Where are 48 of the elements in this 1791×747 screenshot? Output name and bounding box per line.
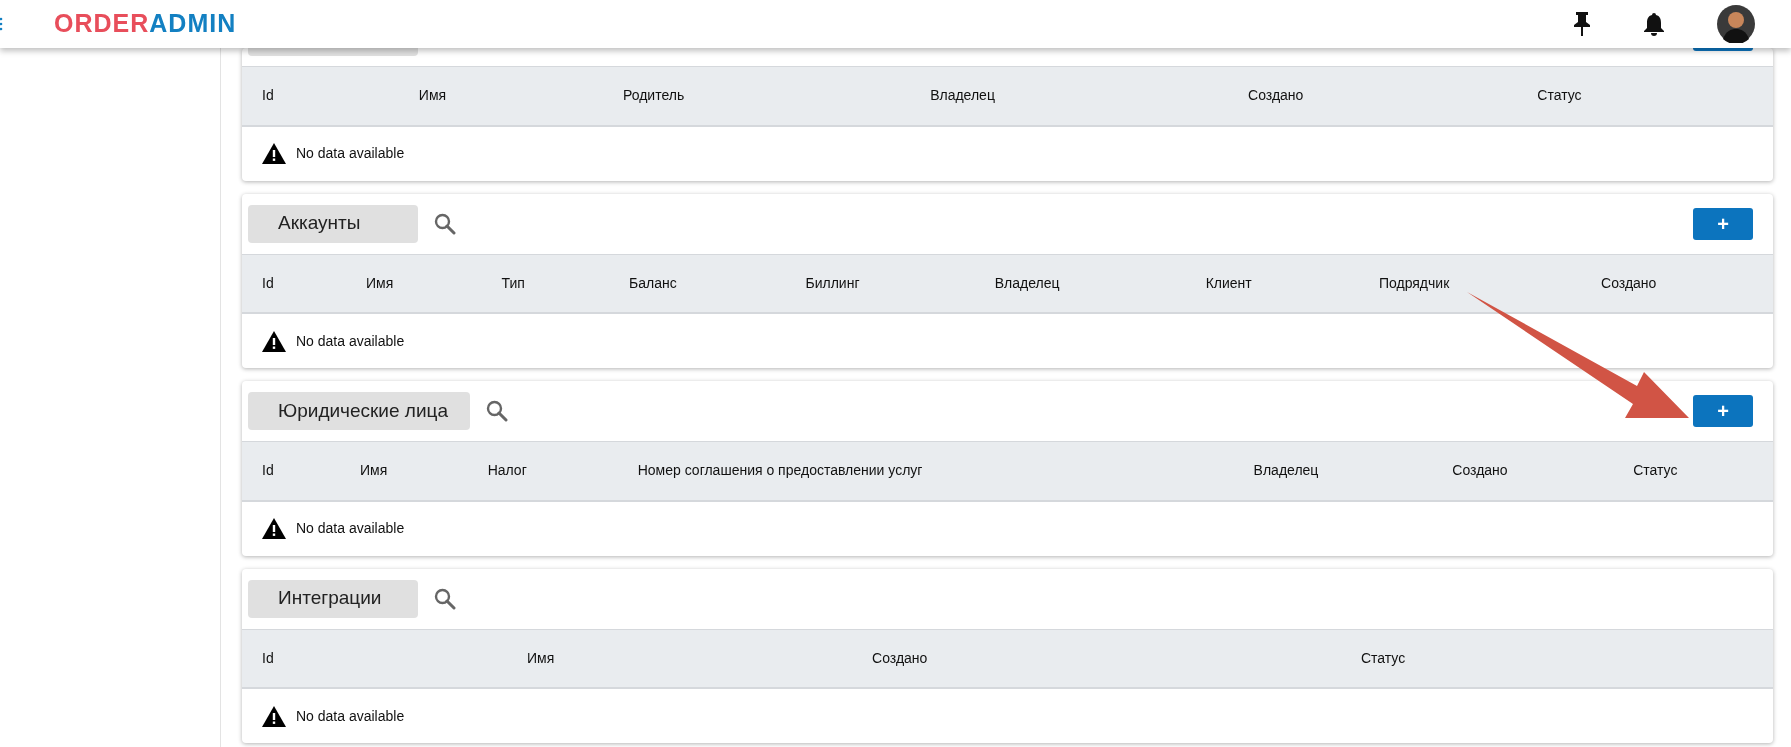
warning-icon [262, 143, 286, 164]
warning-icon [262, 518, 286, 539]
column-header[interactable]: Владелец [910, 66, 1229, 126]
bell-icon[interactable] [1643, 11, 1665, 37]
add-button[interactable]: + [1693, 207, 1753, 240]
column-header[interactable]: Имя [398, 66, 603, 126]
column-header[interactable]: Создано [1581, 254, 1773, 313]
column-header[interactable]: Подрядчик [1358, 254, 1582, 313]
column-header[interactable]: Статус [1517, 66, 1773, 126]
column-header[interactable]: Id [242, 66, 399, 126]
pin-icon[interactable] [1573, 11, 1591, 37]
column-header[interactable]: Номер соглашения о предоставлении услуг [617, 441, 1234, 501]
column-header[interactable]: Имя [507, 629, 853, 688]
avatar[interactable] [1717, 5, 1755, 43]
warning-icon [262, 330, 286, 352]
column-header[interactable]: Создано [852, 629, 1341, 688]
column-header[interactable]: Статус [1613, 441, 1773, 501]
column-header[interactable]: Id [242, 629, 508, 688]
column-header[interactable]: Тип [481, 254, 609, 313]
empty-message: No data available [296, 706, 405, 726]
column-header[interactable]: Биллинг [785, 254, 975, 313]
column-header[interactable]: Баланс [609, 254, 786, 313]
column-header[interactable]: Владелец [1233, 441, 1433, 501]
section-title: Интеграции [248, 579, 418, 618]
section-title: Юридические лица [248, 392, 470, 430]
section-title: Аккаунты [248, 204, 418, 243]
column-header[interactable]: Id [242, 254, 347, 313]
logo-text: ORDER [54, 9, 150, 38]
column-header[interactable]: Владелец [974, 254, 1186, 313]
search-icon[interactable] [434, 212, 456, 235]
column-header[interactable]: Родитель [602, 66, 911, 126]
search-icon[interactable] [485, 400, 508, 422]
column-header[interactable]: Имя [346, 254, 482, 313]
warning-icon [262, 705, 286, 727]
column-header[interactable]: Id [242, 441, 341, 501]
column-header[interactable]: Статус [1340, 629, 1773, 688]
empty-message: No data available [296, 144, 405, 163]
column-header[interactable]: Создано [1228, 66, 1518, 126]
column-header[interactable]: Создано [1432, 441, 1614, 501]
menu-icon[interactable] [0, 17, 4, 31]
column-header[interactable]: Налог [467, 441, 618, 501]
column-header[interactable]: Клиент [1185, 254, 1359, 313]
column-header[interactable]: Имя [340, 441, 468, 501]
logo-text: ADMIN [149, 9, 237, 38]
empty-message: No data available [296, 331, 405, 351]
empty-message: No data available [296, 519, 405, 538]
add-button[interactable]: + [1693, 395, 1753, 427]
search-icon[interactable] [434, 587, 456, 610]
